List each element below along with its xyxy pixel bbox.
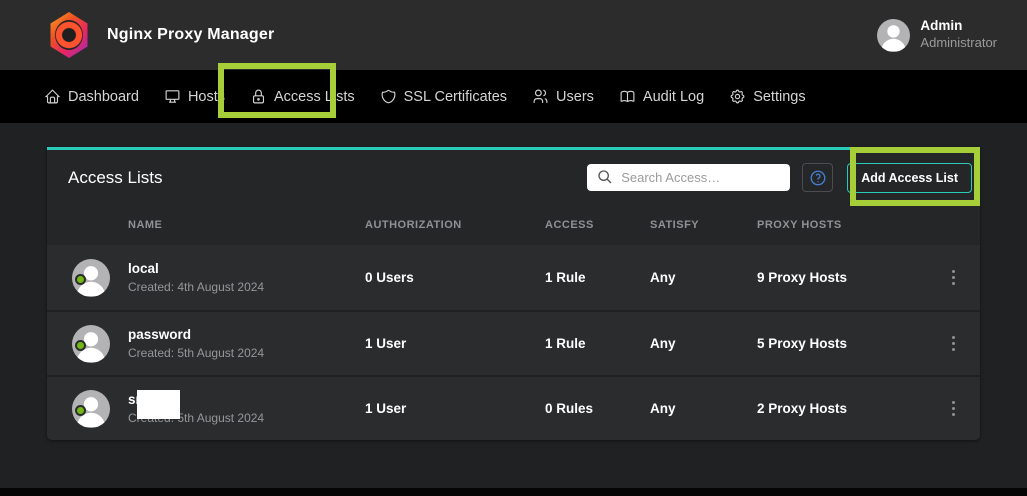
- nav-label: Access Lists: [274, 89, 355, 105]
- cell-authorization: 0 Users: [365, 270, 545, 285]
- search-icon: [597, 169, 613, 185]
- help-icon: [809, 169, 827, 187]
- row-created: Created: 4th August 2024: [128, 279, 264, 296]
- nav-label: Users: [556, 89, 594, 105]
- avatar-wrap: [72, 390, 110, 428]
- vertical-ellipsis-icon: [952, 270, 956, 274]
- cell-satisfy: Any: [650, 336, 757, 351]
- main-nav: Dashboard Hosts Access Lists SSL Certifi…: [0, 70, 1027, 123]
- row-name: password: [128, 325, 264, 345]
- column-header-name: NAME: [47, 219, 365, 231]
- cell-access: 1 Rule: [545, 270, 650, 285]
- app-title: Nginx Proxy Manager: [107, 26, 274, 44]
- name-cell: password Created: 5th August 2024: [47, 325, 365, 363]
- redaction-overlay: [137, 390, 180, 419]
- column-header-proxy-hosts: PROXY HOSTS: [757, 219, 927, 231]
- access-list-row: local Created: 4th August 2024 0 Users 1…: [47, 245, 980, 310]
- nav-label: Dashboard: [68, 89, 139, 105]
- nav-item-audit-log[interactable]: Audit Log: [619, 88, 704, 105]
- access-list-row: password Created: 5th August 2024 1 User…: [47, 310, 980, 375]
- nav-item-dashboard[interactable]: Dashboard: [44, 88, 139, 105]
- topbar: Nginx Proxy Manager Admin Administrator: [0, 0, 1027, 70]
- user-menu[interactable]: Admin Administrator: [877, 18, 997, 51]
- column-header-satisfy: SATISFY: [650, 219, 757, 231]
- cell-satisfy: Any: [650, 270, 757, 285]
- add-access-list-button[interactable]: Add Access List: [847, 163, 972, 193]
- cell-access: 0 Rules: [545, 401, 650, 416]
- name-lines: local Created: 4th August 2024: [128, 259, 264, 296]
- nav-label: Audit Log: [643, 89, 704, 105]
- access-lists-panel: Access Lists Add Access List NAME AUTHOR…: [47, 147, 980, 440]
- npm-logo-icon: [48, 12, 90, 58]
- lock-icon: [250, 88, 267, 105]
- avatar-wrap: [72, 259, 110, 297]
- gear-icon: [729, 88, 746, 105]
- column-header-access: ACCESS: [545, 219, 650, 231]
- table-header: NAME AUTHORIZATION ACCESS SATISFY PROXY …: [47, 205, 980, 245]
- row-menu-button[interactable]: [939, 394, 969, 424]
- row-menu-button[interactable]: [939, 329, 969, 359]
- name-cell: sn Created: 5th August 2024: [47, 390, 365, 428]
- nav-item-users[interactable]: Users: [532, 88, 594, 105]
- user-role: Administrator: [920, 35, 997, 51]
- cell-proxy-hosts: 5 Proxy Hosts: [757, 336, 927, 351]
- panel-title: Access Lists: [68, 168, 587, 188]
- cell-authorization: 1 User: [365, 401, 545, 416]
- nav-label: SSL Certificates: [404, 89, 507, 105]
- avatar-wrap: [72, 325, 110, 363]
- row-name: local: [128, 259, 264, 279]
- avatar: [877, 19, 910, 52]
- help-button[interactable]: [802, 163, 833, 192]
- nav-label: Hosts: [188, 89, 225, 105]
- vertical-ellipsis-icon: [952, 336, 956, 340]
- cell-authorization: 1 User: [365, 336, 545, 351]
- home-icon: [44, 88, 61, 105]
- users-icon: [532, 88, 549, 105]
- book-icon: [619, 88, 636, 105]
- shield-icon: [380, 88, 397, 105]
- person-silhouette-icon: [877, 19, 910, 52]
- status-dot: [75, 274, 86, 285]
- name-lines: password Created: 5th August 2024: [128, 325, 264, 362]
- cell-proxy-hosts: 2 Proxy Hosts: [757, 401, 927, 416]
- nav-label: Settings: [753, 89, 805, 105]
- monitor-icon: [164, 88, 181, 105]
- npm-logo-core: [55, 20, 83, 50]
- cell-access: 1 Rule: [545, 336, 650, 351]
- row-created: Created: 5th August 2024: [128, 345, 264, 362]
- name-cell: local Created: 4th August 2024: [47, 259, 365, 297]
- bottom-strip: [0, 488, 1027, 496]
- column-header-authorization: AUTHORIZATION: [365, 219, 545, 231]
- vertical-ellipsis-icon: [952, 401, 956, 405]
- cell-proxy-hosts: 9 Proxy Hosts: [757, 270, 927, 285]
- status-dot: [75, 340, 86, 351]
- nav-item-hosts[interactable]: Hosts: [164, 88, 225, 105]
- search-input[interactable]: [587, 164, 790, 191]
- panel-header: Access Lists Add Access List: [47, 150, 980, 205]
- app-root: Nginx Proxy Manager Admin Administrator …: [0, 0, 1027, 496]
- user-name: Admin: [920, 18, 997, 35]
- status-dot: [75, 405, 86, 416]
- access-list-row: sn Created: 5th August 2024 1 User 0 Rul…: [47, 375, 980, 440]
- nav-item-ssl-certificates[interactable]: SSL Certificates: [380, 88, 507, 105]
- cell-satisfy: Any: [650, 401, 757, 416]
- row-menu-button[interactable]: [939, 263, 969, 293]
- search-wrap: [587, 164, 790, 191]
- nav-item-settings[interactable]: Settings: [729, 88, 805, 105]
- nav-item-access-lists[interactable]: Access Lists: [250, 88, 355, 105]
- user-text: Admin Administrator: [920, 18, 997, 51]
